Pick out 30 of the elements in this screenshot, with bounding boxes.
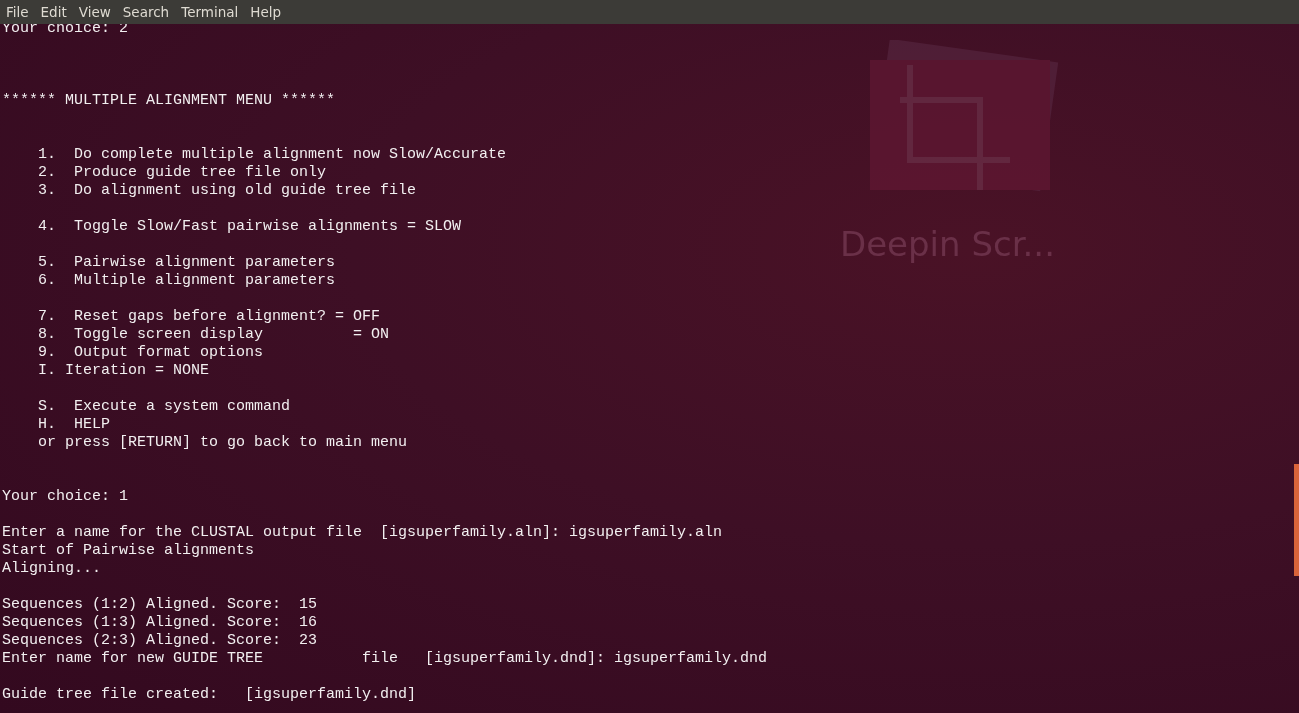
terminal-line: I. Iteration = NONE bbox=[37, 362, 210, 380]
menu-item[interactable]: Terminal bbox=[175, 2, 245, 22]
terminal-line: ****** MULTIPLE ALIGNMENT MENU ****** bbox=[2, 92, 336, 110]
menu-item[interactable]: View bbox=[72, 2, 117, 22]
terminal-line: Sequences (1:3) Aligned. Score: 16 bbox=[2, 614, 318, 632]
terminal-line: Sequences (1:2) Aligned. Score: 15 bbox=[2, 596, 318, 614]
terminal-line: Your choice: 1 bbox=[2, 488, 129, 506]
menu-item[interactable]: Help bbox=[244, 2, 288, 22]
terminal-line: 4. Toggle Slow/Fast pairwise alignments = SLOW bbox=[37, 218, 462, 236]
menu-item[interactable]: Search bbox=[116, 2, 176, 22]
terminal-line: H. HELP bbox=[37, 416, 111, 434]
menu-item[interactable]: Edit bbox=[34, 2, 73, 22]
terminal-line: 6. Multiple alignment parameters bbox=[37, 272, 336, 290]
terminal-line: 5. Pairwise alignment parameters bbox=[37, 254, 336, 272]
terminal-line: 2. Produce guide tree file only bbox=[37, 164, 327, 182]
terminal-line: Enter a name for the CLUSTAL output file [igsuperfamily.aln]: igsuperfamily.aln bbox=[2, 524, 723, 542]
terminal-line: or press [RETURN] to go back to main menu bbox=[37, 434, 408, 452]
terminal-line: Sequences (2:3) Aligned. Score: 23 bbox=[2, 632, 318, 650]
terminal-line: 8. Toggle screen display = ON bbox=[37, 326, 390, 344]
terminal-line: S. Execute a system command bbox=[37, 398, 291, 416]
terminal-line: Guide tree file created: [igsuperfamily.dnd] bbox=[2, 686, 417, 704]
terminal-line: Enter name for new GUIDE TREE file [igsuperfamily.dnd]: igsuperfamily.dnd bbox=[2, 650, 768, 668]
terminal-line: Aligning... bbox=[2, 560, 102, 578]
terminal-line: Start of Pairwise alignments bbox=[2, 542, 255, 560]
terminal-line: 3. Do alignment using old guide tree file bbox=[37, 182, 417, 200]
scrollbar-thumb[interactable] bbox=[1294, 464, 1299, 576]
terminal-line: 7. Reset gaps before alignment? = OFF bbox=[37, 308, 381, 326]
terminal-line: 1. Do complete multiple alignment now Slow/Accurate bbox=[37, 146, 507, 164]
menu-item[interactable]: File bbox=[0, 2, 35, 22]
terminal-line: 9. Output format options bbox=[37, 344, 264, 362]
